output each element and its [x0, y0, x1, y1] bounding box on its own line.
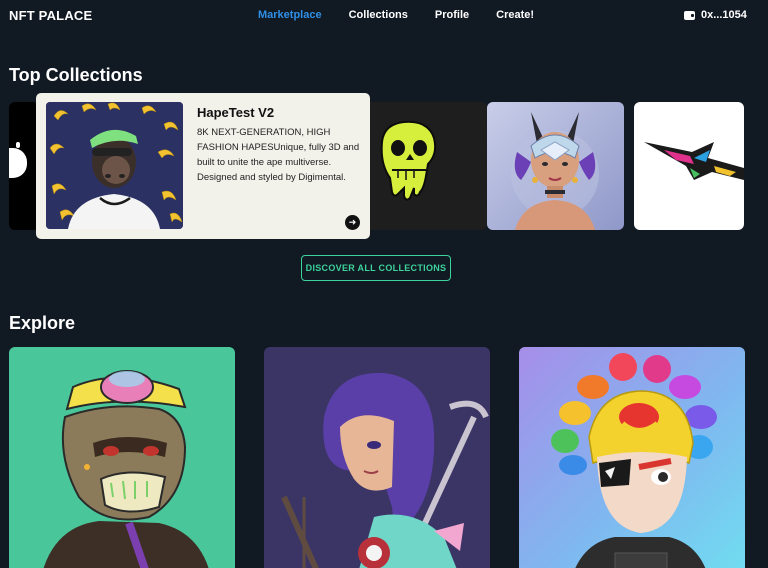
- featured-collection-description: 8K NEXT-GENERATION, HIGH FASHION HAPESUn…: [197, 127, 360, 183]
- anime-girl-artwork: [281, 372, 489, 568]
- bunny-girl-artwork: [511, 112, 599, 230]
- zombie-ape-artwork: [43, 370, 209, 568]
- top-nav: NFT PALACE Marketplace Collections Profi…: [0, 0, 768, 32]
- featured-collection-card[interactable]: HapeTest V2 8K NEXT-GENERATION, HIGH FAS…: [36, 93, 370, 239]
- wallet-button[interactable]: 0x...1054: [684, 9, 747, 21]
- nav-link-marketplace[interactable]: Marketplace: [258, 9, 322, 21]
- collection-tile[interactable]: [370, 102, 487, 230]
- explore-card[interactable]: [9, 347, 235, 568]
- dragon-artwork: [644, 142, 744, 180]
- collection-tile[interactable]: [487, 102, 624, 230]
- explore-title: Explore: [9, 313, 76, 333]
- wallet-address: 0x...1054: [701, 9, 747, 21]
- nav-link-collections[interactable]: Collections: [349, 9, 408, 21]
- top-collections-title: Top Collections: [9, 65, 143, 85]
- featured-collection-image: [46, 102, 183, 229]
- collection-tile[interactable]: [634, 102, 744, 230]
- featured-collection-name[interactable]: HapeTest V2: [197, 105, 274, 120]
- arrow-right-icon[interactable]: ➜: [345, 215, 360, 230]
- explore-card[interactable]: [264, 347, 490, 568]
- collection-tile[interactable]: [9, 102, 39, 230]
- nav-link-profile[interactable]: Profile: [435, 9, 469, 21]
- nav-link-create[interactable]: Create!: [496, 9, 534, 21]
- nav-links: Marketplace Collections Profile Create!: [258, 9, 534, 21]
- flower-hat-kid-artwork: [551, 353, 717, 568]
- collection-art: [9, 148, 27, 178]
- discover-all-collections-button[interactable]: DISCOVER ALL COLLECTIONS: [301, 255, 451, 281]
- collection-art-detail: [16, 142, 20, 148]
- wallet-icon: [684, 10, 695, 20]
- skull-artwork: [380, 120, 437, 201]
- site-logo[interactable]: NFT PALACE: [9, 8, 92, 23]
- explore-card[interactable]: [519, 347, 745, 568]
